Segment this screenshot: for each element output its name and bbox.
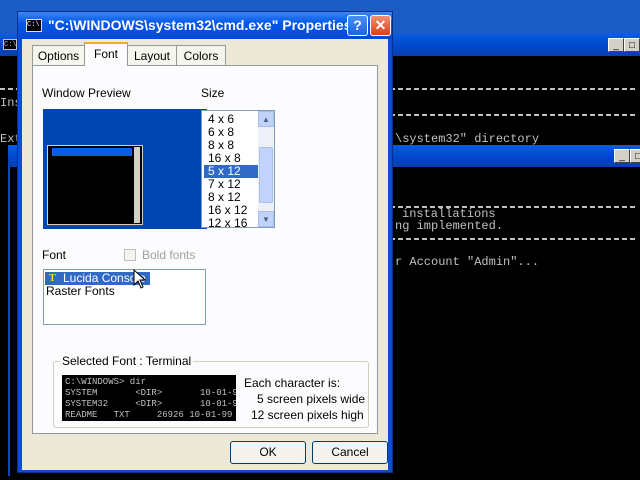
help-button[interactable]: ? [347,15,368,36]
selected-font-label: Selected Font : Terminal [60,354,194,368]
sample-line: SYSTEM <DIR> 10-01-99 [65,388,236,398]
properties-dialog: C:\ "C:\WINDOWS\system32\cmd.exe" Proper… [17,11,393,473]
sample-line: README TXT 26926 10-01-99 [65,410,233,420]
tab-font[interactable]: Font [84,42,128,66]
maximize-button[interactable]: □ [624,38,640,52]
size-scrollbar[interactable]: ▲ ▼ [258,111,274,227]
window-preview-label: Window Preview [42,86,131,100]
size-label: Size [201,86,225,100]
char-width-text: 5 screen pixels wide [257,392,366,406]
console-line: r Account "Admin"... [395,255,540,269]
font-tab-panel: Window Preview Size 4 x 6 6 x 8 8 x 8 16… [32,65,378,434]
font-option[interactable]: Raster Fonts [45,285,115,298]
preview-titlebar [52,148,132,156]
scroll-thumb[interactable] [259,147,273,203]
console-line: \system32" directory [395,132,540,146]
mouse-cursor-icon [133,268,147,292]
font-listbox[interactable]: T Lucida Console Raster Fonts [43,269,206,325]
tab-layout[interactable]: Layout [127,45,177,65]
preview-console-window [47,145,143,225]
char-info-title: Each character is: [244,376,341,390]
bold-fonts-label: Bold fonts [142,248,196,262]
tab-options[interactable]: Options [32,45,85,65]
minimize-button[interactable]: _ [608,38,624,52]
close-button[interactable]: ✕ [370,15,391,36]
sample-line: SYSTEM32 <DIR> 10-01-99 [65,399,236,409]
size-option[interactable]: 12 x 16 [204,217,258,228]
char-height-text: 12 screen pixels high [251,408,364,422]
dialog-title: "C:\WINDOWS\system32\cmd.exe" Properties [48,17,352,33]
console-dashes [390,88,638,90]
window-preview [43,109,207,229]
selected-font-group: Selected Font : Terminal C:\WINDOWS> dir… [53,354,369,428]
console-dashes [390,238,638,240]
dialog-body: Options Font Layout Colors Window Previe… [22,39,388,470]
dialog-titlebar[interactable]: C:\ "C:\WINDOWS\system32\cmd.exe" Proper… [18,12,392,39]
scroll-down-icon[interactable]: ▼ [258,211,274,227]
sample-line: C:\WINDOWS> dir [65,377,147,387]
font-label: Font [42,248,67,262]
size-listbox[interactable]: 4 x 6 6 x 8 8 x 8 16 x 8 5 x 12 7 x 12 8… [201,110,275,228]
tab-colors[interactable]: Colors [176,45,226,65]
console-dashes [390,114,638,116]
font-sample-preview: C:\WINDOWS> dir SYSTEM <DIR> 10-01-99 SY… [62,375,236,421]
cancel-button[interactable]: Cancel [312,441,388,464]
bold-fonts-checkbox[interactable] [124,249,136,261]
minimize-button[interactable]: _ [614,149,630,163]
maximize-button[interactable]: □ [630,149,640,163]
cmd-icon: C:\ [26,19,42,32]
truetype-icon: T [49,273,56,284]
scroll-up-icon[interactable]: ▲ [258,111,274,127]
console-line: ng implemented. [395,219,504,233]
console-icon: C:\ [3,39,17,50]
ok-button[interactable]: OK [230,441,306,464]
